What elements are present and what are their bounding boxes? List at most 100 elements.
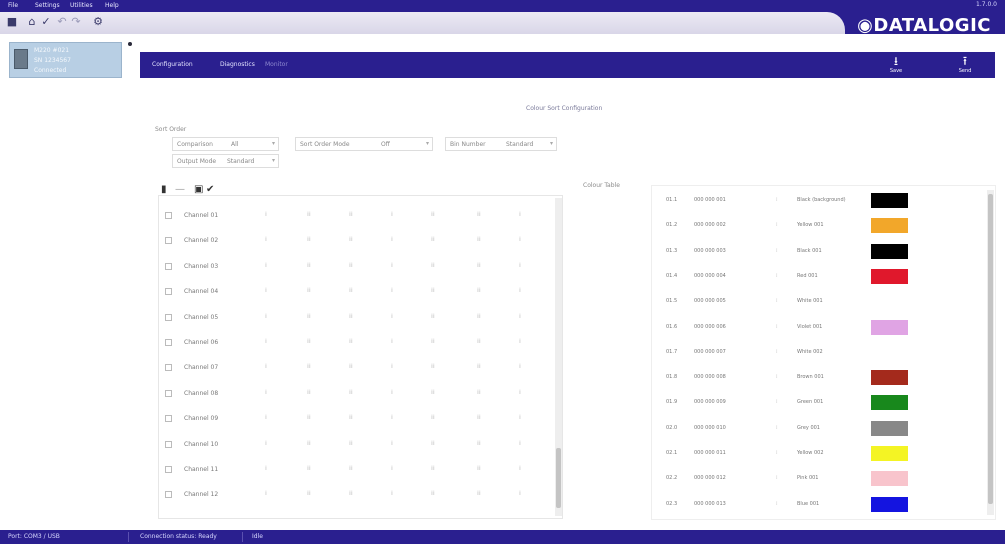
channel-cell[interactable]: ⁞⁞: [349, 465, 353, 472]
channel-cell[interactable]: ⁞: [519, 440, 521, 447]
add-icon[interactable]: ▮: [161, 184, 167, 195]
channel-cell[interactable]: ⁞: [265, 490, 267, 497]
channel-cell[interactable]: ⁞: [519, 490, 521, 497]
colour-swatch[interactable]: [871, 218, 908, 234]
channel-cell[interactable]: ⁞⁞: [477, 440, 481, 447]
colour-swatch[interactable]: [871, 193, 908, 208]
channel-cell[interactable]: ⁞⁞: [307, 389, 311, 396]
colour-row[interactable]: 01.1 000 000 001 Black (background) ⁞: [652, 188, 982, 213]
channel-cell[interactable]: ⁞⁞: [477, 313, 481, 320]
channel-checkbox[interactable]: [165, 262, 172, 270]
channel-cell[interactable]: ⁞⁞: [477, 465, 481, 472]
channel-cell[interactable]: ⁞⁞: [349, 236, 353, 243]
colour-swatch[interactable]: [871, 370, 908, 386]
channel-row[interactable]: Channel 11 ⁞ ⁞⁞ ⁞⁞ ⁞ ⁞⁞ ⁞⁞ ⁞: [159, 458, 551, 483]
sort-order-mode-combo[interactable]: Sort Order Mode Off ▾: [295, 137, 433, 151]
channel-cell[interactable]: ⁞⁞: [307, 363, 311, 370]
channel-cell[interactable]: ⁞⁞: [431, 363, 435, 370]
channel-cell[interactable]: ⁞⁞: [307, 338, 311, 345]
colour-swatch[interactable]: [871, 294, 908, 309]
channel-cell[interactable]: ⁞⁞: [431, 338, 435, 345]
channels-scrollbar[interactable]: [555, 198, 562, 516]
bin-number-combo[interactable]: Bin Number Standard ▾: [445, 137, 557, 151]
channel-cell[interactable]: ⁞: [391, 490, 393, 497]
channel-cell[interactable]: ⁞: [391, 236, 393, 243]
output-mode-combo[interactable]: Output Mode Standard ▾: [172, 154, 279, 168]
channel-cell[interactable]: ⁞: [391, 262, 393, 269]
channel-cell[interactable]: ⁞⁞: [307, 236, 311, 243]
channel-cell[interactable]: ⁞⁞: [307, 490, 311, 497]
channel-cell[interactable]: ⁞: [265, 262, 267, 269]
channel-checkbox[interactable]: [165, 491, 172, 499]
channel-row[interactable]: Channel 04 ⁞ ⁞⁞ ⁞⁞ ⁞ ⁞⁞ ⁞⁞ ⁞: [159, 280, 551, 305]
channel-row[interactable]: Channel 01 ⁞ ⁞⁞ ⁞⁞ ⁞ ⁞⁞ ⁞⁞ ⁞: [159, 204, 551, 229]
channel-cell[interactable]: ⁞: [265, 211, 267, 218]
channel-cell[interactable]: ⁞: [519, 389, 521, 396]
channel-cell[interactable]: ⁞: [265, 236, 267, 243]
channel-row[interactable]: Channel 07 ⁞ ⁞⁞ ⁞⁞ ⁞ ⁞⁞ ⁞⁞ ⁞: [159, 356, 551, 381]
channel-cell[interactable]: ⁞⁞: [477, 262, 481, 269]
device-card[interactable]: M220 #021 SN 1234567 Connected: [9, 42, 122, 78]
open-icon[interactable]: ⌂: [26, 16, 38, 28]
colour-row[interactable]: 01.6 000 000 006 Violet 001 ⁞: [652, 315, 982, 340]
channel-cell[interactable]: ⁞: [265, 338, 267, 345]
channel-cell[interactable]: ⁞: [391, 465, 393, 472]
channel-cell[interactable]: ⁞: [519, 236, 521, 243]
channel-checkbox[interactable]: [165, 389, 172, 397]
redo-icon[interactable]: ↷: [70, 16, 82, 28]
colour-row[interactable]: 01.7 000 000 007 White 002 ⁞: [652, 340, 982, 365]
check-icon[interactable]: ✔: [206, 184, 214, 195]
channel-cell[interactable]: ⁞: [519, 363, 521, 370]
channel-checkbox[interactable]: [165, 237, 172, 245]
channel-cell[interactable]: ⁞⁞: [307, 262, 311, 269]
menu-help[interactable]: Help: [105, 2, 119, 9]
channel-cell[interactable]: ⁞⁞: [349, 363, 353, 370]
colour-scrollbar[interactable]: [987, 190, 994, 515]
channel-cell[interactable]: ⁞: [391, 287, 393, 294]
colour-swatch[interactable]: [871, 446, 908, 461]
channel-cell[interactable]: ⁞⁞: [349, 313, 353, 320]
channel-cell[interactable]: ⁞⁞: [349, 414, 353, 421]
channel-row[interactable]: Channel 08 ⁞ ⁞⁞ ⁞⁞ ⁞ ⁞⁞ ⁞⁞ ⁞: [159, 382, 551, 407]
send-to-device-button[interactable]: ⭱ Send: [955, 54, 975, 76]
channel-cell[interactable]: ⁞: [265, 287, 267, 294]
colour-swatch[interactable]: [871, 243, 908, 259]
nav-diagnostics[interactable]: Diagnostics: [220, 61, 255, 68]
channel-cell[interactable]: ⁞: [391, 440, 393, 447]
channel-cell[interactable]: ⁞⁞: [349, 338, 353, 345]
channel-cell[interactable]: ⁞⁞: [431, 465, 435, 472]
channel-cell[interactable]: ⁞⁞: [349, 287, 353, 294]
channel-cell[interactable]: ⁞: [391, 363, 393, 370]
colour-row[interactable]: 02.0 000 000 010 Grey 001 ⁞: [652, 416, 982, 441]
channel-cell[interactable]: ⁞⁞: [307, 313, 311, 320]
channel-cell[interactable]: ⁞⁞: [431, 262, 435, 269]
channel-cell[interactable]: ⁞⁞: [307, 465, 311, 472]
channel-cell[interactable]: ⁞⁞: [477, 211, 481, 218]
channel-cell[interactable]: ⁞⁞: [307, 287, 311, 294]
new-icon[interactable]: ■: [6, 16, 18, 28]
channel-cell[interactable]: ⁞: [265, 363, 267, 370]
copy-icon[interactable]: ▣: [194, 184, 203, 195]
colour-swatch[interactable]: [871, 471, 908, 487]
tools-icon[interactable]: ⚙: [92, 16, 104, 28]
channel-cell[interactable]: ⁞⁞: [431, 414, 435, 421]
colour-row[interactable]: 01.4 000 000 004 Red 001 ⁞: [652, 264, 982, 289]
colour-swatch[interactable]: [871, 319, 908, 335]
nav-monitor[interactable]: Monitor: [265, 61, 288, 68]
colour-row[interactable]: 02.1 000 000 011 Yellow 002 ⁞: [652, 441, 982, 466]
channel-cell[interactable]: ⁞: [391, 211, 393, 218]
colour-row[interactable]: 01.3 000 000 003 Black 001 ⁞: [652, 239, 982, 264]
channel-cell[interactable]: ⁞: [265, 414, 267, 421]
channel-cell[interactable]: ⁞: [519, 338, 521, 345]
save-to-device-button[interactable]: ⭳ Save: [886, 54, 906, 76]
channel-row[interactable]: Channel 05 ⁞ ⁞⁞ ⁞⁞ ⁞ ⁞⁞ ⁞⁞ ⁞: [159, 306, 551, 331]
colour-row[interactable]: 02.3 000 000 013 Blue 001 ⁞: [652, 492, 982, 517]
channel-cell[interactable]: ⁞: [519, 465, 521, 472]
channel-cell[interactable]: ⁞⁞: [431, 313, 435, 320]
channel-cell[interactable]: ⁞⁞: [349, 389, 353, 396]
channel-cell[interactable]: ⁞⁞: [431, 211, 435, 218]
colour-row[interactable]: 01.2 000 000 002 Yellow 001 ⁞: [652, 213, 982, 238]
channel-cell[interactable]: ⁞⁞: [307, 414, 311, 421]
colour-row[interactable]: 01.9 000 000 009 Green 001 ⁞: [652, 390, 982, 415]
pin-icon[interactable]: [128, 42, 132, 46]
